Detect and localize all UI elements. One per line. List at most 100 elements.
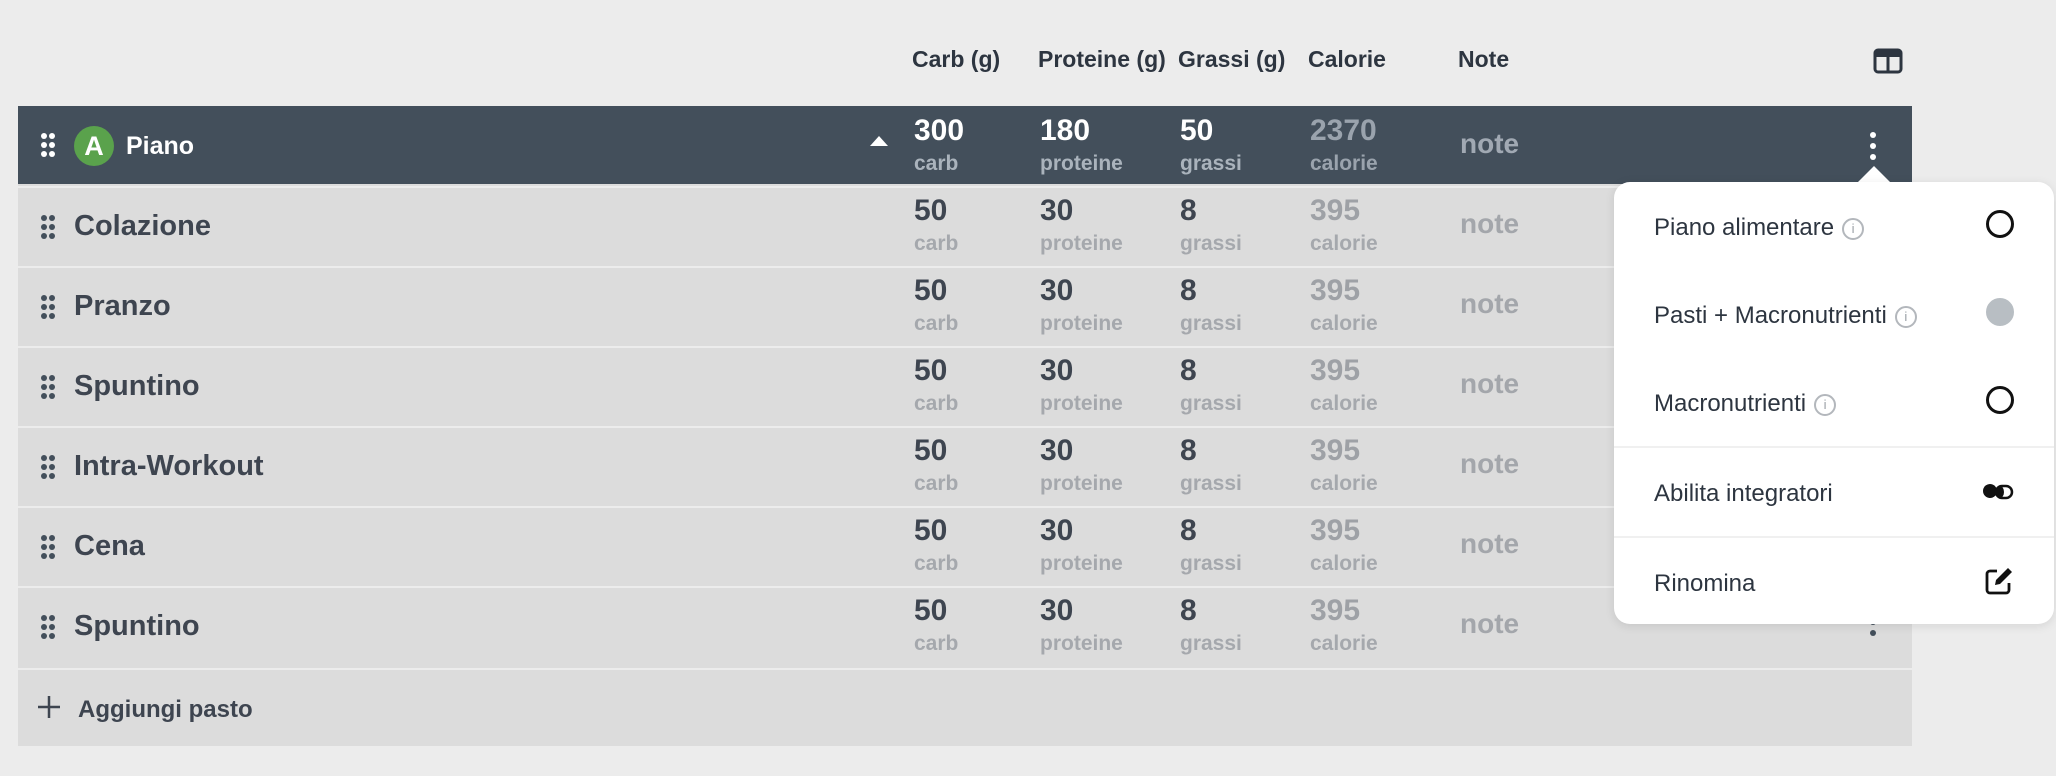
drag-handle-icon[interactable]	[40, 374, 56, 400]
radio-button[interactable]	[1986, 210, 2014, 238]
plan-protein-unit: proteine	[1040, 152, 1123, 175]
meal-note[interactable]: note	[1460, 448, 1519, 480]
column-header-protein: Proteine (g)	[1038, 46, 1166, 72]
meal-carb-unit: carb	[914, 312, 959, 335]
avatar: A	[74, 126, 114, 166]
meal-name: Spuntino	[74, 610, 200, 642]
menu-item-pasti-macronutrienti[interactable]: Pasti + Macronutrienti i	[1614, 270, 2054, 358]
meal-fat-unit: grassi	[1180, 312, 1242, 335]
meal-fat-value: 8	[1180, 594, 1197, 627]
meal-protein-unit: proteine	[1040, 232, 1123, 255]
menu-item-macronutrienti[interactable]: Macronutrienti i	[1614, 358, 2054, 446]
meal-carb-value: 50	[914, 194, 948, 227]
meal-carb-value: 50	[914, 594, 948, 627]
plan-carb-unit: carb	[914, 152, 959, 175]
menu-item-label: Rinomina	[1654, 570, 1756, 597]
meal-protein-value: 30	[1040, 194, 1074, 227]
meal-fat-unit: grassi	[1180, 472, 1242, 495]
meal-calories-value: 395	[1310, 594, 1361, 627]
menu-item-label: Pasti + Macronutrienti	[1654, 302, 1887, 329]
meal-fat-value: 8	[1180, 434, 1197, 467]
column-header-calories: Calorie	[1308, 46, 1386, 72]
column-header-carb: Carb (g)	[912, 46, 1001, 72]
menu-item-rinomina[interactable]: Rinomina	[1614, 538, 2054, 626]
menu-item-piano-alimentare[interactable]: Piano alimentare i	[1614, 182, 2054, 270]
meal-protein-value: 30	[1040, 594, 1074, 627]
info-icon[interactable]: i	[1894, 306, 1917, 328]
radio-button-selected[interactable]	[1986, 298, 2014, 326]
meal-carb-value: 50	[914, 354, 948, 387]
meal-fat-unit: grassi	[1180, 632, 1242, 655]
meal-name: Intra-Workout	[74, 450, 264, 482]
column-header-fat: Grassi (g)	[1178, 46, 1286, 72]
plus-icon	[36, 694, 62, 723]
meal-carb-unit: carb	[914, 472, 959, 495]
meal-note[interactable]: note	[1460, 368, 1519, 400]
menu-item-abilita-integratori[interactable]: Abilita integratori	[1614, 448, 2054, 536]
meal-carb-value: 50	[914, 514, 948, 547]
meal-protein-value: 30	[1040, 514, 1074, 547]
meal-calories-unit: calorie	[1310, 232, 1378, 255]
meal-name: Spuntino	[74, 370, 200, 402]
plan-name: Piano	[126, 132, 195, 160]
meal-fat-unit: grassi	[1180, 392, 1242, 415]
meal-carb-value: 50	[914, 434, 948, 467]
columns-layout-icon[interactable]	[1873, 48, 1903, 74]
add-meal-button[interactable]: Aggiungi pasto	[18, 668, 1912, 746]
menu-item-label: Macronutrienti	[1654, 390, 1807, 417]
meal-fat-unit: grassi	[1180, 552, 1242, 575]
plan-calories-unit: calorie	[1310, 152, 1378, 175]
meal-note[interactable]: note	[1460, 528, 1519, 560]
drag-handle-icon[interactable]	[40, 534, 56, 560]
meal-protein-value: 30	[1040, 354, 1074, 387]
meal-fat-unit: grassi	[1180, 232, 1242, 255]
meal-protein-unit: proteine	[1040, 472, 1123, 495]
plan-fat-value: 50	[1180, 114, 1214, 147]
meal-calories-value: 395	[1310, 434, 1361, 467]
drag-handle-icon[interactable]	[40, 454, 56, 480]
meal-note[interactable]: note	[1460, 608, 1519, 640]
view-options-menu: Piano alimentare i Pasti + Macronutrienti…	[1614, 182, 2054, 624]
meal-carb-unit: carb	[914, 392, 959, 415]
meal-calories-unit: calorie	[1310, 552, 1378, 575]
meal-carb-value: 50	[914, 274, 948, 307]
meal-fat-value: 8	[1180, 274, 1197, 307]
drag-handle-icon[interactable]	[40, 214, 56, 240]
meal-carb-unit: carb	[914, 232, 959, 255]
info-icon[interactable]: i	[1814, 394, 1837, 416]
plan-note[interactable]: note	[1460, 128, 1519, 160]
meal-calories-unit: calorie	[1310, 392, 1378, 415]
meal-protein-unit: proteine	[1040, 312, 1123, 335]
plan-protein-value: 180	[1040, 114, 1091, 147]
kebab-menu-icon[interactable]	[1868, 132, 1878, 165]
meal-calories-unit: calorie	[1310, 312, 1378, 335]
meal-protein-unit: proteine	[1040, 552, 1123, 575]
meal-calories-value: 395	[1310, 354, 1361, 387]
add-meal-label: Aggiungi pasto	[78, 696, 253, 723]
meal-protein-unit: proteine	[1040, 632, 1123, 655]
meal-name: Colazione	[74, 210, 211, 242]
info-icon[interactable]: i	[1842, 218, 1865, 240]
plan-fat-unit: grassi	[1180, 152, 1242, 175]
meal-fat-value: 8	[1180, 514, 1197, 547]
meal-carb-unit: carb	[914, 632, 959, 655]
drag-handle-icon[interactable]	[40, 614, 56, 640]
pills-icon	[1980, 478, 2014, 509]
edit-icon	[1984, 566, 2014, 601]
meal-note[interactable]: note	[1460, 208, 1519, 240]
meal-calories-value: 395	[1310, 194, 1361, 227]
drag-handle-icon[interactable]	[40, 294, 56, 320]
plan-calories-value: 2370	[1310, 114, 1377, 147]
meal-note[interactable]: note	[1460, 288, 1519, 320]
radio-button[interactable]	[1986, 386, 2014, 414]
meal-calories-value: 395	[1310, 514, 1361, 547]
meal-carb-unit: carb	[914, 552, 959, 575]
meal-calories-value: 395	[1310, 274, 1361, 307]
plan-row[interactable]: A Piano 300 carb 180 proteine 50 grassi …	[18, 106, 1912, 184]
drag-handle-icon[interactable]	[40, 132, 56, 158]
meal-calories-unit: calorie	[1310, 632, 1378, 655]
meal-protein-value: 30	[1040, 274, 1074, 307]
meal-name: Pranzo	[74, 290, 171, 322]
collapse-caret-icon[interactable]	[870, 136, 888, 146]
meal-fat-value: 8	[1180, 194, 1197, 227]
